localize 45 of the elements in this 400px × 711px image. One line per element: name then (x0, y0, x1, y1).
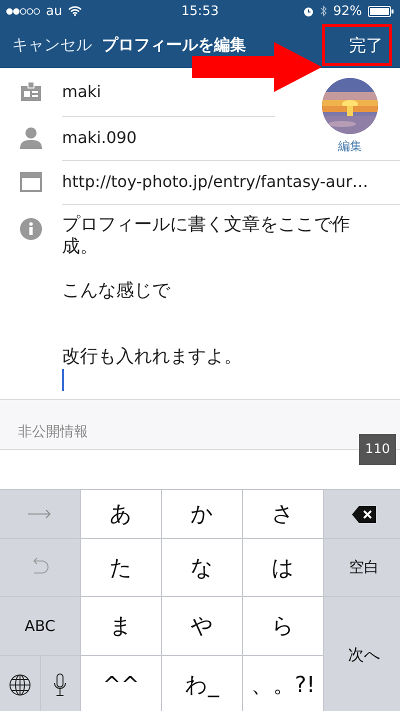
alarm-icon (303, 6, 314, 16)
keyboard-key[interactable]: な (162, 539, 242, 596)
edit-photo-link[interactable]: 編集 (338, 138, 362, 155)
microphone-key[interactable] (40, 656, 80, 711)
keyboard-key[interactable]: は (243, 539, 323, 596)
clock: 15:53 (181, 4, 219, 18)
field-value[interactable]: maki (62, 68, 275, 116)
keyboard-key[interactable]: 空白 (324, 539, 400, 596)
signal-icon (6, 8, 40, 14)
bio-text[interactable]: プロフィールに書く文章をここで作成。 (62, 214, 362, 258)
globe-icon (8, 674, 31, 696)
wifi-icon (68, 6, 82, 16)
person-icon (20, 127, 42, 149)
keyboard-key[interactable]: ら (243, 597, 323, 655)
bluetooth-icon (320, 5, 328, 17)
right-arrow-icon (28, 509, 52, 519)
cancel-button[interactable]: キャンセル (12, 34, 92, 56)
delete-icon (352, 506, 376, 522)
carrier: au (46, 4, 62, 18)
section-header: 非公開情報 (18, 423, 88, 441)
keyboard-key[interactable]: た (81, 539, 161, 596)
battery-icon (368, 6, 394, 16)
keyboard-key[interactable]: ^^ (81, 656, 161, 711)
microphone-icon (53, 673, 68, 697)
delete-key[interactable] (324, 490, 400, 538)
keyboard-key[interactable]: や (162, 597, 242, 655)
keyboard-key[interactable]: あ (81, 490, 161, 538)
keyboard-key[interactable]: ABC (0, 597, 80, 655)
keyboard-key[interactable]: 、。?! (243, 656, 323, 711)
browser-window-icon (20, 172, 42, 192)
keyboard-key[interactable]: 次へ (324, 597, 400, 711)
keyboard-key[interactable]: か (162, 490, 242, 538)
screen-title: プロフィールを編集 (102, 34, 246, 56)
keyboard-key[interactable]: わ_ (162, 656, 242, 711)
battery-percent: 92% (333, 4, 362, 18)
bio-text[interactable]: こんな感じで (62, 280, 362, 302)
keyboard-key[interactable]: さ (243, 490, 323, 538)
keyboard-key[interactable]: ま (81, 597, 161, 655)
bio-text[interactable]: 改行も入れれますよ。 (62, 346, 362, 368)
done-button[interactable]: 完了 (322, 24, 392, 66)
globe-key[interactable] (0, 656, 40, 711)
character-counter: 110 (359, 434, 396, 465)
info-icon (20, 218, 42, 240)
id-card-icon (20, 82, 42, 102)
field-value[interactable]: http://toy-photo.jp/entry/fantasy-aur… (62, 160, 400, 204)
